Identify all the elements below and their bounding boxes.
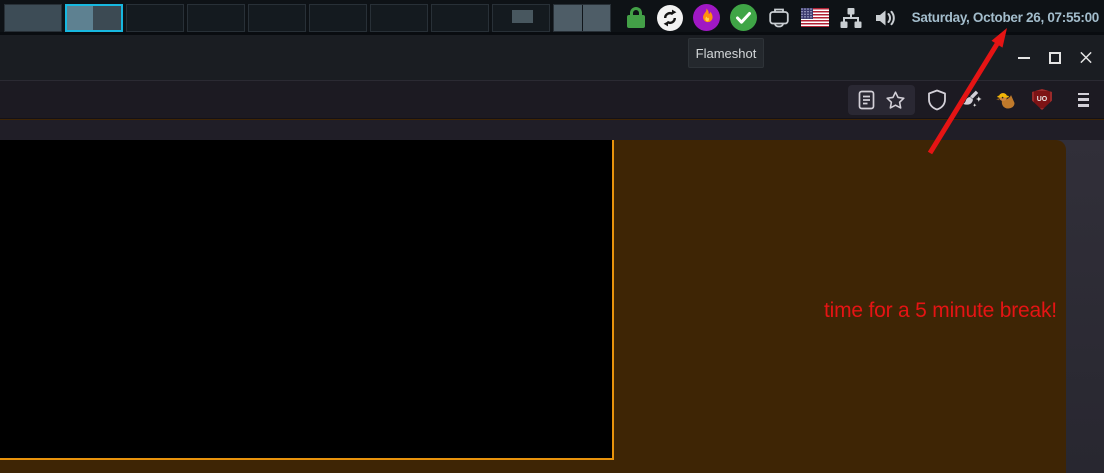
workspace-3[interactable] xyxy=(126,4,184,32)
window-controls xyxy=(1017,35,1093,80)
hamburger-menu-icon xyxy=(1078,93,1089,107)
minimize-icon xyxy=(1018,57,1030,59)
ublock-shield-icon: UO xyxy=(1032,89,1052,110)
shield-icon xyxy=(927,89,947,111)
workspace-10[interactable] xyxy=(553,4,611,32)
workspace-window-thumb xyxy=(67,6,93,30)
workspace-window-thumb xyxy=(93,6,121,30)
flameshot-tooltip: Flameshot xyxy=(688,38,764,68)
content-area: time for a 5 minute break! xyxy=(0,140,1104,473)
menu-button[interactable] xyxy=(1065,88,1089,112)
bookmark-star-button[interactable] xyxy=(885,88,907,112)
lock-shackle xyxy=(630,7,642,15)
tracking-shield-button[interactable] xyxy=(925,88,949,112)
toolbar-extension-icons: UO xyxy=(925,81,1089,118)
workspace-9[interactable] xyxy=(492,4,550,32)
reader-mode-icon xyxy=(858,90,875,110)
workspace-8[interactable] xyxy=(431,4,489,32)
close-icon xyxy=(1079,50,1093,65)
taskbar: Saturday, October 26, 07:55:00 xyxy=(0,0,1104,35)
network-icon[interactable] xyxy=(839,7,863,29)
lock-icon[interactable] xyxy=(625,7,647,28)
star-icon xyxy=(885,90,906,111)
bookmarks-bar xyxy=(0,120,1104,140)
annotation-text: time for a 5 minute break! xyxy=(824,299,1057,323)
window-titlebar: Flameshot xyxy=(0,35,1104,80)
check-ok-icon[interactable] xyxy=(730,4,757,31)
us-flag-keyboard-layout-icon[interactable] xyxy=(801,8,829,27)
close-button[interactable] xyxy=(1079,51,1093,65)
duck-extension-button[interactable] xyxy=(995,88,1019,112)
black-capture-region xyxy=(0,140,614,460)
reader-mode-button[interactable] xyxy=(856,88,876,112)
workspace-7[interactable] xyxy=(370,4,428,32)
lock-body xyxy=(627,15,645,28)
volume-icon[interactable] xyxy=(873,7,897,29)
flameshot-icon[interactable] xyxy=(693,4,720,31)
workspace-window-thumb xyxy=(583,5,611,31)
workspace-6[interactable] xyxy=(309,4,367,32)
maximize-button[interactable] xyxy=(1048,51,1062,65)
workspace-2-active[interactable] xyxy=(65,4,123,32)
browser-toolbar: UO xyxy=(0,80,1104,119)
ublock-origin-button[interactable]: UO xyxy=(1030,88,1054,112)
workspace-4[interactable] xyxy=(187,4,245,32)
maximize-icon xyxy=(1049,52,1061,64)
system-tray xyxy=(625,0,897,35)
workspace-pager xyxy=(4,4,611,32)
cleaner-broom-button[interactable] xyxy=(960,88,984,112)
printer-icon[interactable] xyxy=(767,6,791,29)
taskbar-clock[interactable]: Saturday, October 26, 07:55:00 xyxy=(912,10,1099,25)
duck-icon xyxy=(995,88,1019,112)
workspace-window-thumb xyxy=(512,10,533,23)
workspace-1[interactable] xyxy=(4,4,62,32)
ublock-label: UO xyxy=(1037,96,1048,103)
broom-sparkle-icon xyxy=(960,88,984,112)
desktop-screen: Saturday, October 26, 07:55:00 Flameshot xyxy=(0,0,1104,473)
minimize-button[interactable] xyxy=(1017,51,1031,65)
workspace-5[interactable] xyxy=(248,4,306,32)
sync-update-icon[interactable] xyxy=(657,5,683,31)
flag-canton xyxy=(801,8,813,19)
urlbar-end-buttons xyxy=(848,85,915,115)
workspace-window-thumb xyxy=(554,5,582,31)
